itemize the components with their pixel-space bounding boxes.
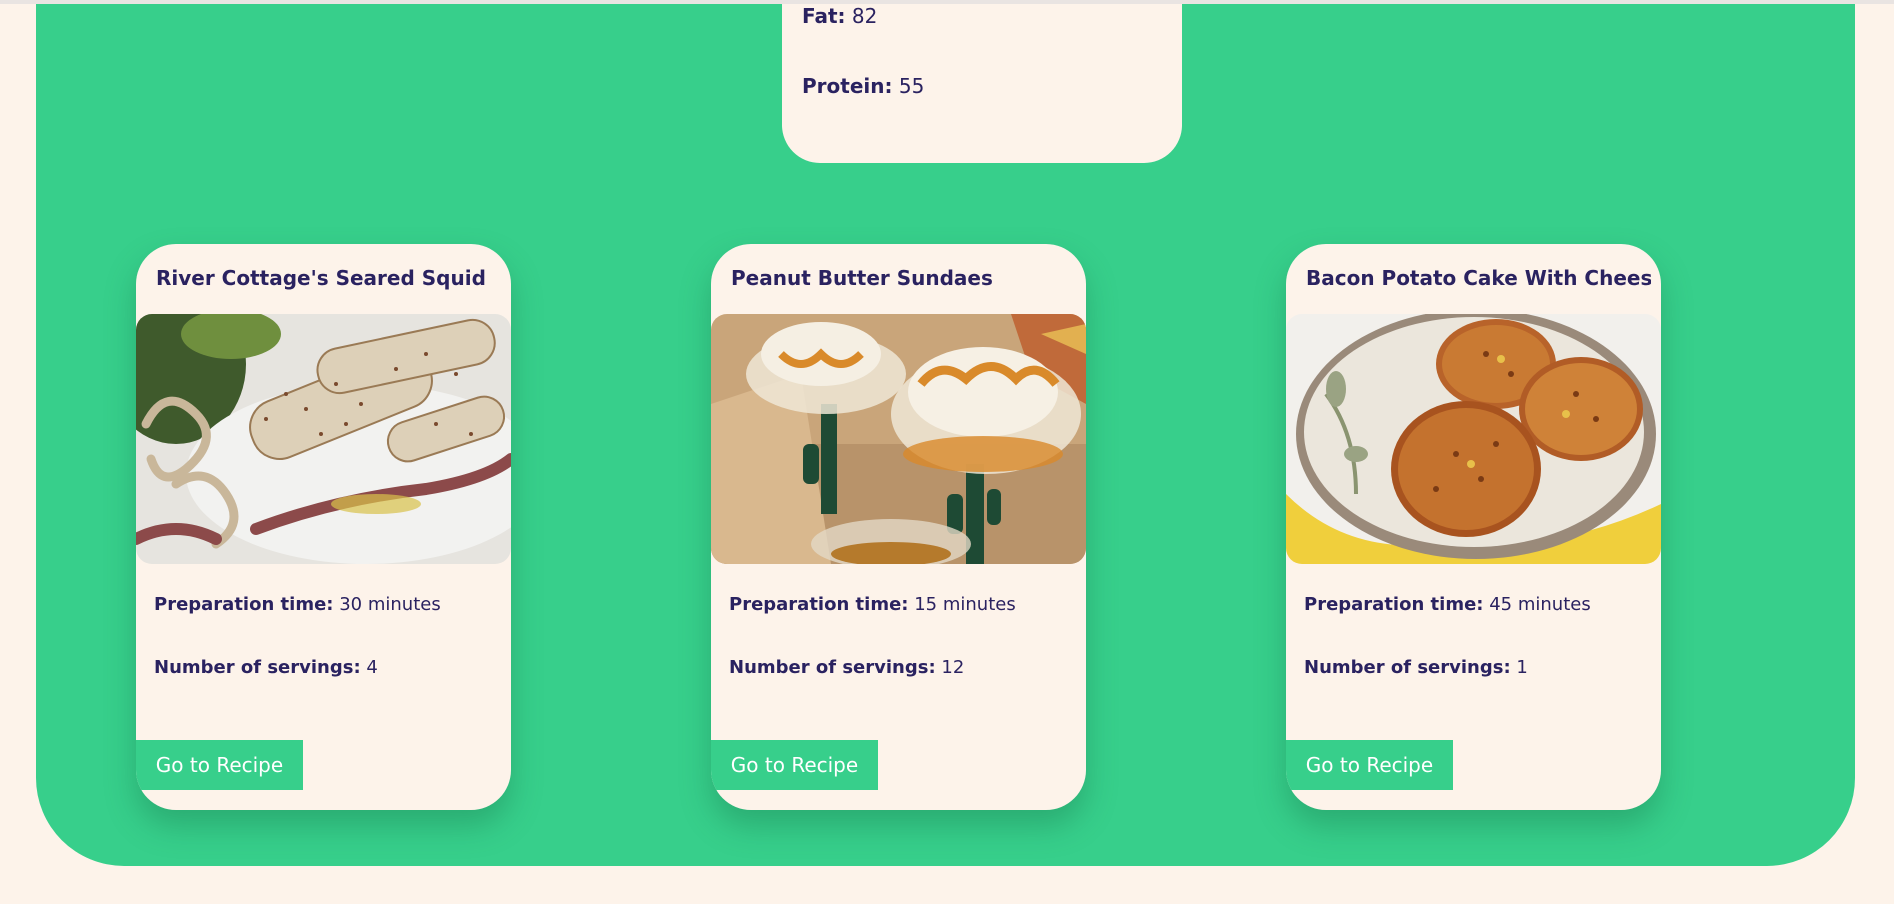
prep-value: 15 minutes — [914, 594, 1016, 615]
protein-label: Protein: — [802, 74, 893, 98]
recipe-title: River Cottage's Seared Squid — [156, 266, 486, 290]
prep-label: Preparation time: — [1304, 594, 1484, 615]
go-to-recipe-button[interactable]: Go to Recipe — [1286, 740, 1453, 790]
recipe-card: River Cottage's Seared Squid Preparation… — [136, 244, 511, 810]
recipe-title: Peanut Butter Sundaes — [731, 266, 993, 290]
recipes-section: Fat: 82 Protein: 55 River Cottage's Sear… — [36, 4, 1855, 866]
servings: Number of servings: 1 — [1304, 657, 1528, 678]
nutrition-fat: Fat: 82 — [802, 4, 877, 28]
prep-time: Preparation time: 45 minutes — [1304, 594, 1591, 615]
squid-photo — [136, 314, 511, 564]
recipe-card: Bacon Potato Cake With Cheese Preparatio… — [1286, 244, 1661, 810]
potato-cake-photo — [1286, 314, 1661, 564]
servings-label: Number of servings: — [729, 657, 936, 678]
recipe-image[interactable] — [711, 314, 1086, 564]
recipe-image[interactable] — [136, 314, 511, 564]
prep-value: 45 minutes — [1489, 594, 1591, 615]
go-to-recipe-button[interactable]: Go to Recipe — [136, 740, 303, 790]
recipe-title: Bacon Potato Cake With Cheese — [1306, 266, 1651, 290]
servings-value: 4 — [366, 657, 378, 678]
recipe-image[interactable] — [1286, 314, 1661, 564]
servings-label: Number of servings: — [1304, 657, 1511, 678]
prep-label: Preparation time: — [729, 594, 909, 615]
fat-value: 82 — [851, 4, 878, 28]
nutrition-card: Fat: 82 Protein: 55 — [782, 4, 1182, 163]
prep-value: 30 minutes — [339, 594, 441, 615]
protein-value: 55 — [898, 74, 925, 98]
servings-label: Number of servings: — [154, 657, 361, 678]
nutrition-protein: Protein: 55 — [802, 74, 924, 98]
servings: Number of servings: 12 — [729, 657, 964, 678]
prep-label: Preparation time: — [154, 594, 334, 615]
servings: Number of servings: 4 — [154, 657, 378, 678]
servings-value: 1 — [1516, 657, 1528, 678]
sundae-photo — [711, 314, 1086, 564]
prep-time: Preparation time: 15 minutes — [729, 594, 1016, 615]
recipe-card: Peanut Butter Sundaes Preparation time: … — [711, 244, 1086, 810]
go-to-recipe-button[interactable]: Go to Recipe — [711, 740, 878, 790]
prep-time: Preparation time: 30 minutes — [154, 594, 441, 615]
fat-label: Fat: — [802, 4, 846, 28]
servings-value: 12 — [941, 657, 965, 678]
